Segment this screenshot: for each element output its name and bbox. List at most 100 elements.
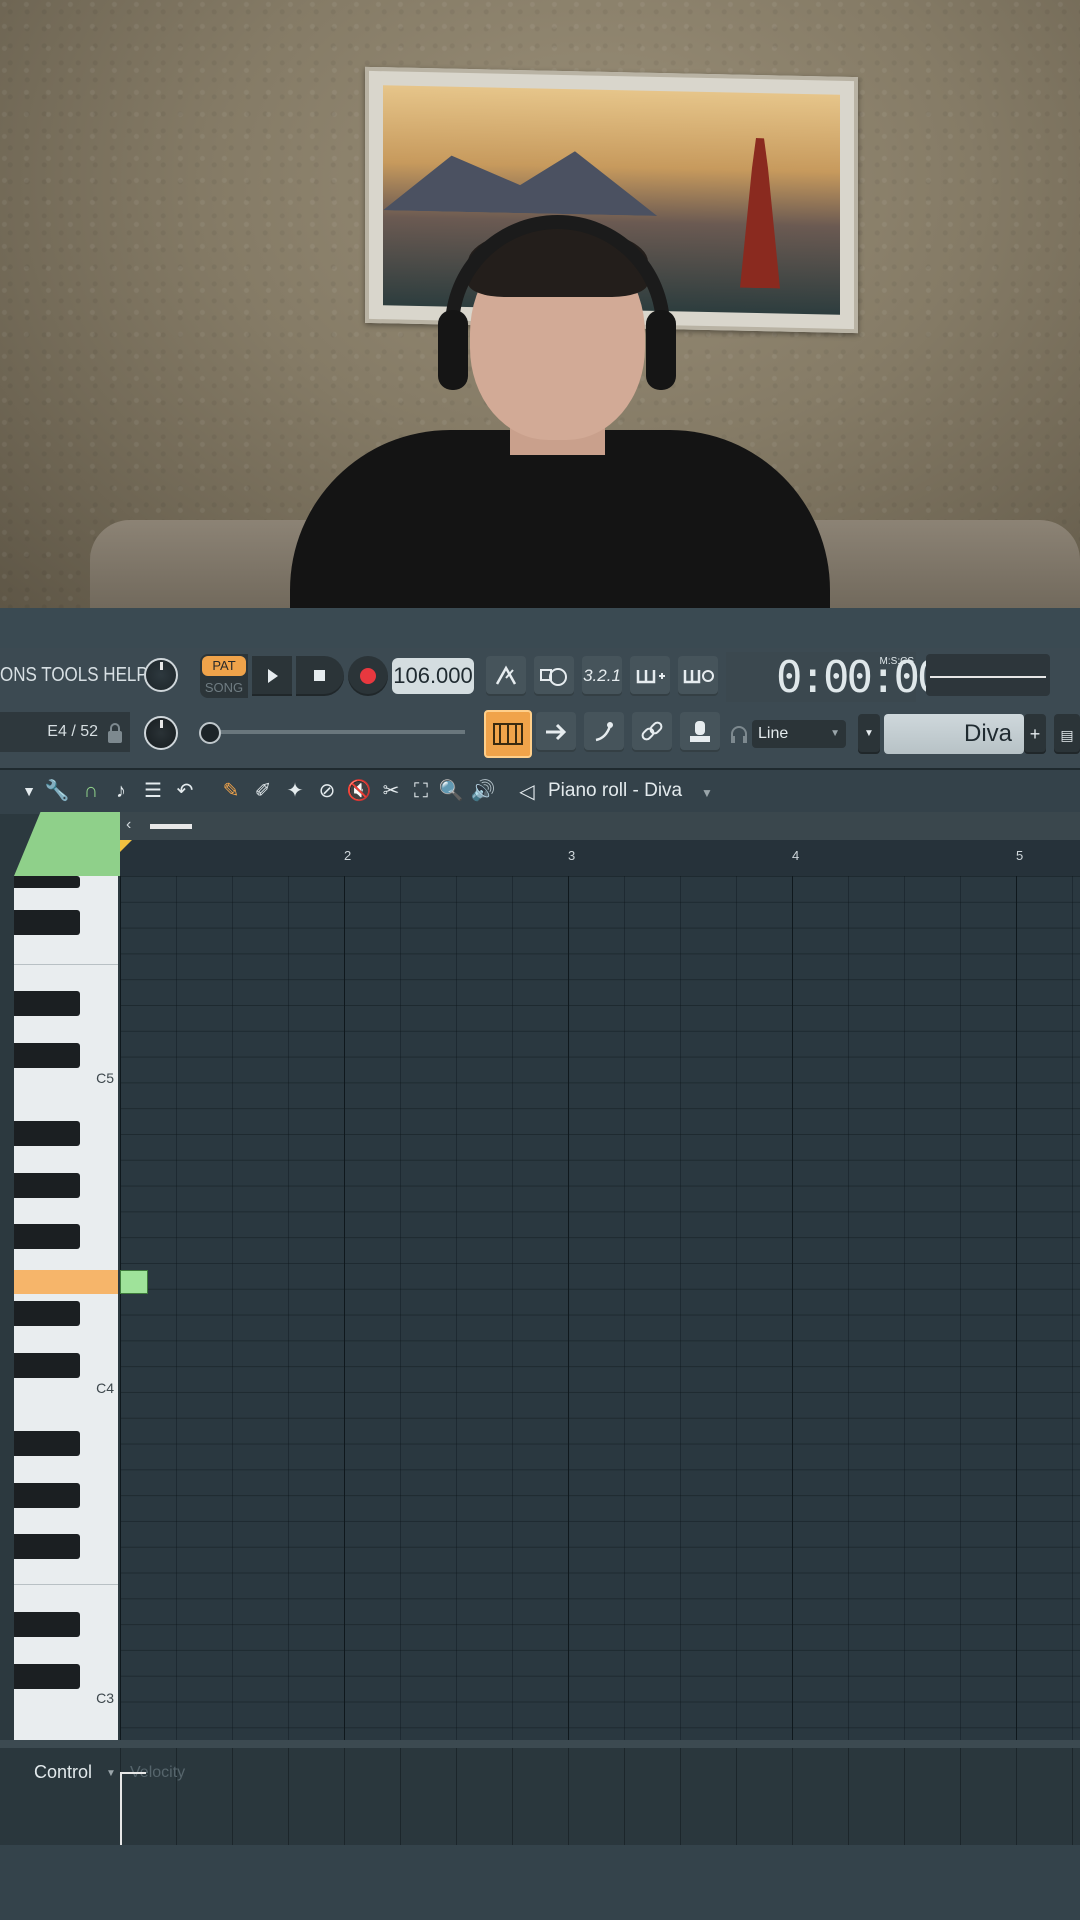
chevron-down-icon: ▼ [830, 728, 840, 739]
person-body [290, 430, 830, 608]
black-key[interactable] [14, 910, 80, 935]
add-instrument-button[interactable]: + [1024, 714, 1046, 754]
options-menu-button[interactable]: ▼ [16, 778, 42, 804]
snap-magnet-button[interactable]: ∩ [78, 778, 104, 804]
black-key[interactable] [14, 1483, 80, 1508]
mute-tool[interactable]: 🔇 [346, 778, 372, 804]
piano-roll-title[interactable]: Piano roll - Diva [548, 780, 682, 802]
link-button[interactable] [632, 712, 672, 752]
pat-song-toggle[interactable]: PAT SONG [200, 654, 248, 698]
black-key[interactable] [14, 1612, 80, 1637]
black-key[interactable] [14, 1173, 80, 1198]
note-grid[interactable] [120, 876, 1080, 1740]
master-pitch-knob[interactable] [144, 716, 178, 750]
song-label[interactable]: SONG [200, 678, 248, 698]
black-key[interactable] [14, 1043, 80, 1068]
chevron-left-icon[interactable]: ‹ [126, 816, 131, 834]
horizontal-scrollbar[interactable]: ‹ [120, 812, 1080, 840]
black-key[interactable] [14, 1353, 80, 1378]
master-pitch-slider[interactable] [199, 722, 465, 744]
scroll-mode-button[interactable]: ☰ [140, 778, 166, 804]
tempo-display[interactable]: 106.000 [392, 658, 474, 694]
piano-keyboard[interactable]: C5 C4 C3 [14, 876, 118, 1740]
playhead-marker[interactable] [120, 840, 132, 852]
stamp-icon [690, 721, 710, 742]
blend-notes-button[interactable] [630, 656, 670, 696]
snap-select[interactable]: Line ▼ [752, 720, 846, 748]
scrollbar-thumb[interactable] [150, 824, 192, 829]
piano-roll-button[interactable] [484, 710, 532, 758]
menu-bar[interactable]: ONS TOOLS HELP [0, 664, 148, 687]
paint-tool[interactable]: ✐ [250, 778, 276, 804]
slice-tool[interactable]: ✂ [378, 778, 404, 804]
bar-number: 2 [344, 848, 352, 863]
bottom-band [0, 1845, 1080, 1920]
headphones-left-cup [438, 310, 468, 390]
playback-tool[interactable]: 🔊 [470, 778, 496, 804]
time-format: M:S:CS [879, 656, 914, 667]
instrument-dropdown-button[interactable]: ▼ [858, 714, 880, 754]
black-key[interactable] [14, 1534, 80, 1559]
toolbar-row-1: ONS TOOLS HELP PAT SONG 106.000 3.2.1 0:… [0, 648, 1080, 704]
black-key[interactable] [14, 1224, 80, 1249]
black-key[interactable] [14, 1301, 80, 1326]
master-volume-knob[interactable] [144, 658, 178, 692]
mute-icon: 🔇 [346, 780, 372, 802]
bar-ruler[interactable]: 2 3 4 5 [120, 840, 1080, 876]
pencil-icon: ✎ [222, 780, 240, 802]
velocity-stem-top[interactable] [120, 1772, 146, 1774]
undo-button[interactable]: ↶ [172, 778, 198, 804]
preview-note-button[interactable]: ♪ [108, 778, 134, 804]
note-e4[interactable] [120, 1270, 148, 1294]
select-tool[interactable]: ⛶ [408, 778, 434, 804]
zoom-icon: 🔍 [438, 780, 464, 802]
song-time: 0:00:00 [776, 652, 943, 703]
link-icon [641, 721, 663, 741]
wait-input-button[interactable] [534, 656, 574, 696]
metronome-button[interactable] [486, 656, 526, 696]
play-button[interactable] [252, 656, 292, 696]
chevron-down-icon: ▼ [22, 783, 36, 799]
list-icon: ☰ [144, 780, 162, 802]
record-button[interactable] [348, 656, 388, 696]
chevron-down-icon: ▼ [864, 728, 874, 739]
song-time-display[interactable]: 0:00:00 M:S:CS [726, 652, 943, 702]
instrument-selector[interactable]: Diva [884, 714, 1024, 754]
undo-icon: ↶ [176, 780, 194, 802]
bar-number: 3 [568, 848, 576, 863]
delete-tool[interactable]: ⊘ [314, 778, 340, 804]
black-key[interactable] [14, 1664, 80, 1689]
event-grid[interactable] [120, 1748, 1080, 1845]
paint-icon: ✐ [254, 780, 272, 802]
velocity-stem[interactable] [120, 1772, 122, 1845]
black-key[interactable] [14, 1121, 80, 1146]
paint-sparkle-icon: ✦ [286, 780, 304, 802]
select-icon: ⛶ [414, 780, 428, 802]
music-note-icon: ♪ [116, 780, 126, 802]
channel-options-button[interactable]: ▤ [1054, 714, 1080, 754]
draw-tool[interactable]: ✎ [218, 778, 244, 804]
stop-button[interactable] [296, 656, 344, 696]
countdown-button[interactable]: 3.2.1 [582, 656, 622, 696]
loop-record-button[interactable] [678, 656, 718, 696]
black-key[interactable] [14, 991, 80, 1016]
record-icon [360, 668, 376, 684]
tools-button[interactable]: 🔧 [44, 778, 70, 804]
slide-button[interactable] [584, 712, 624, 752]
paint-drums-tool[interactable]: ✦ [282, 778, 308, 804]
timeline[interactable]: ‹ 2 3 4 5 [120, 812, 1080, 876]
wait-clock-icon [540, 668, 567, 686]
black-key[interactable] [14, 876, 80, 888]
pat-label[interactable]: PAT [202, 656, 246, 676]
highlighted-key-e4[interactable] [14, 1270, 118, 1294]
stop-icon [314, 670, 325, 681]
bar-number: 5 [1016, 848, 1024, 863]
step-edit-button[interactable] [536, 712, 576, 752]
control-selector[interactable]: Control [34, 1762, 92, 1783]
black-key[interactable] [14, 1431, 80, 1456]
zoom-tool[interactable]: 🔍 [438, 778, 464, 804]
delete-icon: ⊘ [318, 780, 336, 802]
channel-color-tab [14, 812, 120, 876]
typing-keyboard-button[interactable] [680, 712, 720, 752]
slide-icon [595, 722, 613, 742]
